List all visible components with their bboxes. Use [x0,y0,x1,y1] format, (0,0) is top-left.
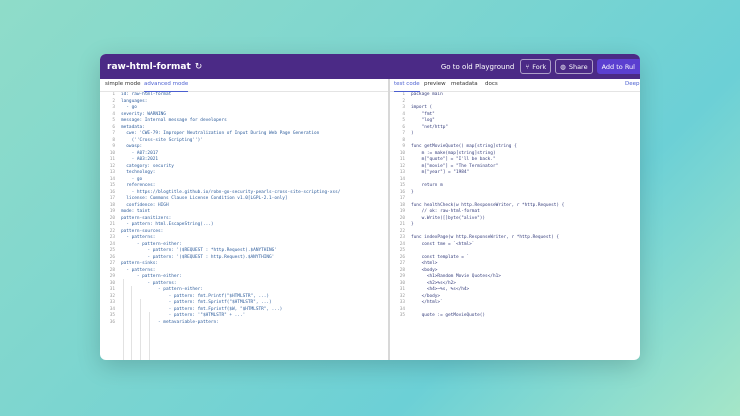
code-text: m["movie"] = "The Terminator" [411,163,499,169]
code-line[interactable]: 36 - metavariable-pattern: [100,320,219,327]
code-text: - pattern-either: [121,274,182,279]
code-text: pattern-sources: [121,228,164,234]
code-text: const tme = `<html>` [411,241,475,247]
top-bar: raw-html-format ↻ Go to old Playground ⑂… [100,54,640,79]
code-text: package main [411,92,443,97]
code-text: "net/http" [411,124,449,130]
code-text: - pattern: fmt.Sprintf("$HTMLSTR", ...) [121,300,272,305]
tab-deep[interactable]: Deep [625,79,640,91]
test-code-editor[interactable]: 1 package main 2 3 import (4 "fmt" 5 "log" 6 "… [390,92,640,360]
code-text: technology: [121,170,156,175]
code-text: w.Write([]byte("alive")) [411,215,486,221]
code-text: - https://blogtitle.github.io/robn-go-se… [121,189,341,195]
code-text: func healthCheck(w http.ResponseWriter, … [411,202,565,208]
code-text: ) [411,131,414,136]
code-text: - patterns: [121,267,156,273]
code-text: } [411,189,414,195]
code-text: <body> [411,267,438,273]
code-text: - pattern: html.EscapeString(...) [121,222,214,227]
code-text: languages: [121,98,148,104]
code-text: quote := getMovieQuote() [411,313,486,318]
code-text: - A07:2017 [121,150,159,156]
code-text: mode: taint [121,209,151,214]
tab-advanced-mode[interactable]: advanced mode [144,79,189,92]
code-text: references: [121,183,156,188]
code-text: const template = ` [411,254,470,260]
tab-simple-mode[interactable]: simple mode [105,79,141,91]
code-text: <html> [411,261,438,266]
code-text: - A03:2021 [121,157,159,162]
code-text: - pattern: '"$HTMLSTR" + ...' [121,313,246,318]
code-text: severity: WARNING [121,111,166,117]
code-text: } [411,222,414,227]
share-button[interactable]: ◍ Share [555,59,593,74]
old-playground-link[interactable]: Go to old Playground [441,63,514,71]
code-text: (''Cross-site Scripting'')' [121,137,203,143]
code-text: </body> [411,293,441,299]
code-text: - patterns: [121,280,177,286]
rule-title[interactable]: raw-html-format [107,62,191,72]
code-text: owasp: [121,144,143,149]
tab-metadata[interactable]: metadata [451,79,478,91]
add-to-registry-button[interactable]: Add to Rul [596,59,640,74]
code-text: </html>` [411,300,443,305]
code-text: pattern-sanitizers: [121,215,172,221]
code-text: <h1>Random Movie Quotes</h1> [411,274,501,279]
code-text: pattern-sinks: [121,261,159,266]
tab-preview[interactable]: preview [424,79,446,91]
code-text: - pattern: fmt.Fprintf($W, "$HTMLSTR", .… [121,306,283,312]
playground-window: raw-html-format ↻ Go to old Playground ⑂… [100,54,640,360]
code-text: import ( [411,105,433,110]
line-number: 35 [399,313,405,318]
fork-label: Fork [532,62,547,71]
rule-editor[interactable]: 1 id: raw-html-format 2 languages: 3 - go 4 se… [100,92,388,360]
code-text: func getMovieQuote() map[string]string { [411,144,517,149]
tab-bar: simple mode advanced mode test code prev… [100,79,640,92]
code-text: return m [411,183,443,188]
code-line[interactable]: 35 quote := getMovieQuote() [390,313,485,320]
code-text: - pattern-either: [121,241,182,247]
code-text: - go [121,105,137,110]
code-text: - pattern-either: [121,287,203,292]
code-text: license: Commons Clause License Conditio… [121,196,288,201]
refresh-icon[interactable]: ↻ [195,62,203,72]
code-text: <h4>~%s, %s</h4> [411,287,470,292]
tab-test-code[interactable]: test code [394,79,420,92]
code-text: confidence: HIGH [121,202,169,208]
code-text: func indexPage(w http.ResponseWriter, r … [411,235,560,240]
code-text: metadata: [121,124,145,130]
add-rule-label: Add to Rul [601,62,635,71]
code-text: - metavariable-pattern: [121,319,219,325]
code-text: m := make(map[string]string) [411,150,496,156]
fork-icon: ⑂ [525,62,530,71]
fork-button[interactable]: ⑂ Fork [520,59,552,74]
share-label: Share [568,62,588,71]
globe-icon: ◍ [560,62,566,71]
code-text: cwe: 'CWE-79: Improper Neutralization of… [121,131,320,136]
code-text: // ok: raw-html-format [411,209,480,214]
code-text: - patterns: [121,235,156,240]
code-text: "fmt" [411,111,435,117]
tab-docs[interactable]: docs [485,79,498,91]
code-text: - pattern: '($REQUEST : *http.Request).$… [121,248,277,253]
code-text: - go [121,176,143,182]
code-text: "log" [411,118,435,123]
code-text: <h2>%s</h2> [411,280,456,286]
code-text: m["year"] = "1984" [411,170,470,175]
code-text: id: raw-html-format [121,92,172,97]
code-text: category: security [121,163,174,169]
code-text: - pattern: '($REQUEST : http.Request).$A… [121,254,275,260]
code-text: - pattern: fmt.Printf("$HTMLSTR", ...) [121,293,270,299]
line-number: 36 [109,319,115,325]
code-text: m["quote"] = "I'll be back." [411,157,496,162]
code-text: message: Internal message for developers [121,118,227,123]
